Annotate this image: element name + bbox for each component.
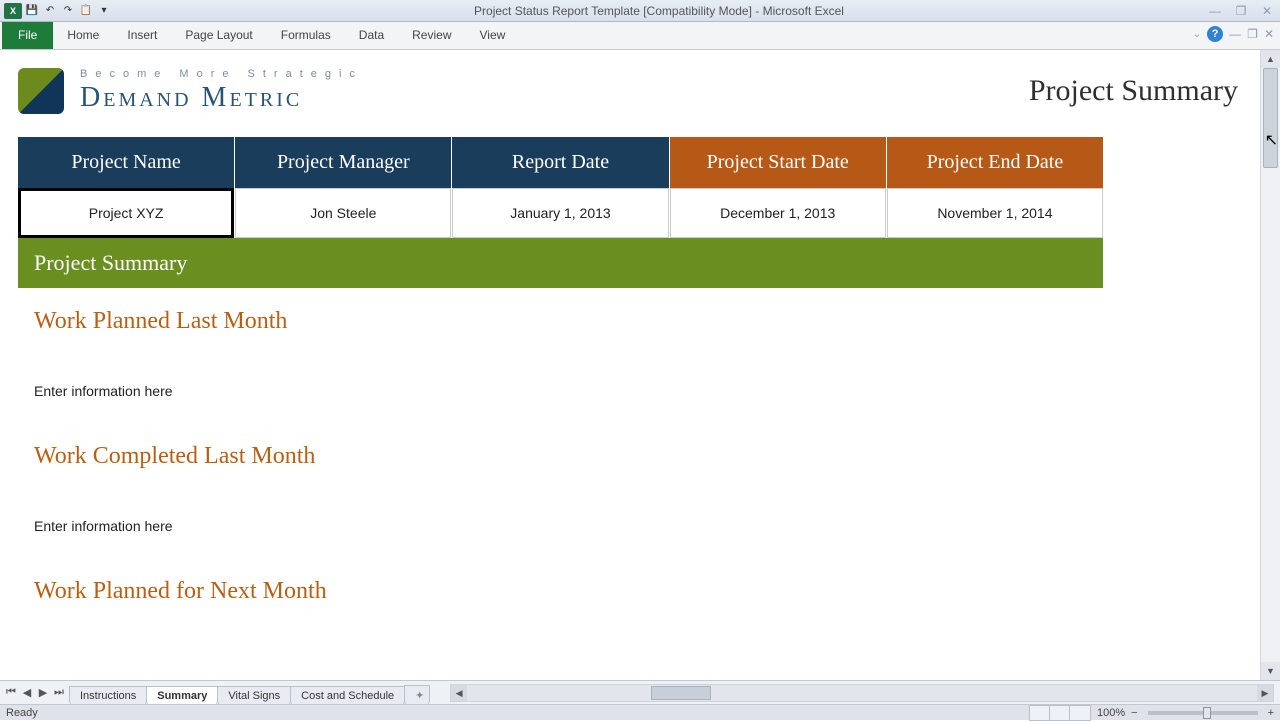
entry-completed-last[interactable]: Enter information here <box>34 518 1242 534</box>
cell-project-manager[interactable]: Jon Steele <box>235 188 451 238</box>
zoom-level[interactable]: 100% <box>1097 707 1125 719</box>
tab-formulas[interactable]: Formulas <box>267 22 345 49</box>
sheet-tab-summary[interactable]: Summary <box>146 686 218 705</box>
entry-planned-last[interactable]: Enter information here <box>34 383 1242 399</box>
sheet-tab-instructions[interactable]: Instructions <box>69 686 147 705</box>
tab-file[interactable]: File <box>2 22 53 49</box>
scroll-thumb[interactable] <box>1263 68 1278 168</box>
sheet-nav-last-icon[interactable]: ⏭ <box>52 686 66 699</box>
sheet-nav-buttons: ⏮ ◀ ▶ ⏭ <box>0 686 70 699</box>
tab-review[interactable]: Review <box>398 22 465 49</box>
window-title: Project Status Report Template [Compatib… <box>112 4 1206 18</box>
excel-icon[interactable]: X <box>4 3 22 19</box>
page-title: Project Summary <box>1029 74 1238 108</box>
brand-logo-icon <box>18 68 64 114</box>
col-header-start-date: Project Start Date <box>670 137 886 188</box>
redo-icon[interactable]: ↷ <box>60 3 76 19</box>
sheet-tab-vital-signs[interactable]: Vital Signs <box>217 686 291 705</box>
section-bar-summary: Project Summary <box>18 238 1103 288</box>
col-header-project-name: Project Name <box>18 137 234 188</box>
subhead-planned-last: Work Planned Last Month <box>34 308 1242 335</box>
col-header-project-manager: Project Manager <box>235 137 451 188</box>
view-buttons <box>1029 705 1091 721</box>
sheet-nav-prev-icon[interactable]: ◀ <box>20 686 34 699</box>
undo-icon[interactable]: ↶ <box>42 3 58 19</box>
brand-name: Demand Metric <box>80 82 363 114</box>
hscroll-left-icon[interactable]: ◀ <box>451 685 467 701</box>
zoom-slider[interactable] <box>1148 711 1258 715</box>
tab-insert[interactable]: Insert <box>113 22 171 49</box>
vertical-scrollbar[interactable]: ▲ ▼ <box>1260 50 1280 680</box>
zoom-in-icon[interactable]: + <box>1268 707 1274 719</box>
status-bar: Ready 100% − + <box>0 704 1280 720</box>
tab-view[interactable]: View <box>466 22 520 49</box>
tab-page-layout[interactable]: Page Layout <box>171 22 266 49</box>
ribbon-window-close-icon[interactable]: ✕ <box>1264 27 1274 41</box>
col-header-report-date: Report Date <box>452 137 668 188</box>
zoom-slider-thumb[interactable] <box>1203 707 1211 719</box>
view-page-break-icon[interactable] <box>1070 706 1090 720</box>
scroll-down-icon[interactable]: ▼ <box>1261 662 1280 680</box>
ribbon-window-restore-icon[interactable]: ❐ <box>1247 27 1258 41</box>
summary-table: Project Name Project XYZ Project Manager… <box>18 136 1103 238</box>
cell-report-date[interactable]: January 1, 2013 <box>452 188 668 238</box>
tab-data[interactable]: Data <box>345 22 398 49</box>
status-ready: Ready <box>6 707 38 719</box>
cell-project-name[interactable]: Project XYZ <box>18 188 234 238</box>
ribbon-right-controls: ⌄ ? — ❐ ✕ <box>1193 26 1274 42</box>
cell-start-date[interactable]: December 1, 2013 <box>670 188 886 238</box>
sheet-tab-new-icon[interactable]: ✦ <box>404 685 430 705</box>
quick-access-toolbar: X 💾 ↶ ↷ 📋 ▾ <box>4 3 112 19</box>
subhead-completed-last: Work Completed Last Month <box>34 443 1242 470</box>
view-normal-icon[interactable] <box>1030 706 1050 720</box>
ribbon-window-min-icon[interactable]: — <box>1229 27 1241 41</box>
brand-tagline: Become More Strategic <box>80 68 363 80</box>
sheet-nav-first-icon[interactable]: ⏮ <box>4 686 18 699</box>
save-icon[interactable]: 💾 <box>24 3 40 19</box>
subhead-planned-next: Work Planned for Next Month <box>34 578 1242 605</box>
minimize-icon[interactable]: — <box>1206 4 1224 18</box>
maximize-icon[interactable]: ❐ <box>1232 4 1250 18</box>
paste-icon[interactable]: 📋 <box>78 3 94 19</box>
worksheet-area[interactable]: Become More Strategic Demand Metric Proj… <box>0 50 1260 680</box>
hscroll-right-icon[interactable]: ▶ <box>1257 685 1273 701</box>
close-icon[interactable]: ✕ <box>1258 4 1276 18</box>
sheet-tab-cost-schedule[interactable]: Cost and Schedule <box>290 686 405 705</box>
scroll-up-icon[interactable]: ▲ <box>1261 50 1280 68</box>
cell-end-date[interactable]: November 1, 2014 <box>887 188 1103 238</box>
view-page-layout-icon[interactable] <box>1050 706 1070 720</box>
zoom-out-icon[interactable]: − <box>1131 707 1137 719</box>
horizontal-scrollbar[interactable]: ◀ ▶ <box>450 684 1274 702</box>
qat-dropdown-icon[interactable]: ▾ <box>96 3 112 19</box>
window-controls: — ❐ ✕ <box>1206 4 1276 18</box>
brand-row: Become More Strategic Demand Metric Proj… <box>18 68 1242 114</box>
title-bar: X 💾 ↶ ↷ 📋 ▾ Project Status Report Templa… <box>0 0 1280 22</box>
col-header-end-date: Project End Date <box>887 137 1103 188</box>
hscroll-thumb[interactable] <box>651 686 711 700</box>
tab-home[interactable]: Home <box>53 22 113 49</box>
sheet-tab-bar: ⏮ ◀ ▶ ⏭ Instructions Summary Vital Signs… <box>0 680 1280 704</box>
help-icon[interactable]: ? <box>1207 26 1223 42</box>
sheet-nav-next-icon[interactable]: ▶ <box>36 686 50 699</box>
ribbon-tabs: File Home Insert Page Layout Formulas Da… <box>0 22 1280 50</box>
ribbon-min-chevron-icon[interactable]: ⌄ <box>1193 29 1201 40</box>
